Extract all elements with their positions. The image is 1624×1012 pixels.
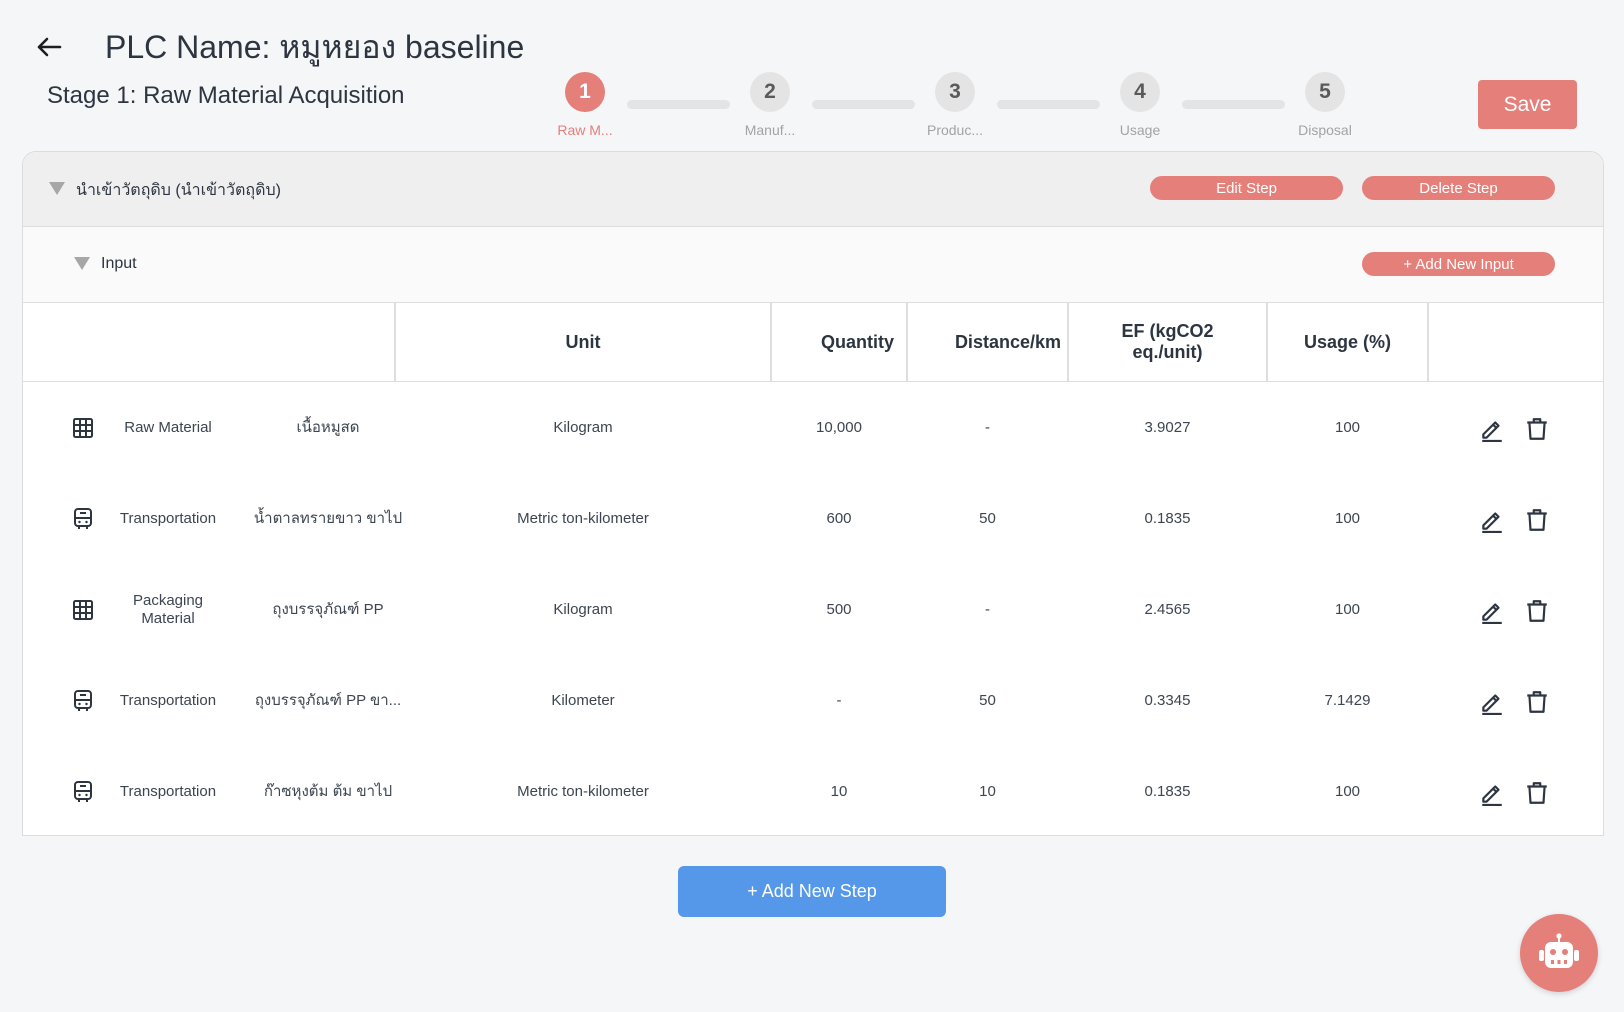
- delete-step-button[interactable]: Delete Step: [1362, 176, 1555, 200]
- table-row: Transportation ก๊าซหุงต้ม ต้ม ขาไป Metri…: [23, 746, 1603, 835]
- row-quantity: 10,000: [816, 418, 862, 436]
- step-number: 3: [935, 72, 975, 112]
- row-type: Packaging Material: [132, 591, 204, 627]
- row-usage: 100: [1334, 600, 1361, 618]
- collapse-triangle-icon[interactable]: [49, 182, 65, 195]
- step-number: 4: [1120, 72, 1160, 112]
- row-unit: Kilogram: [553, 418, 613, 436]
- table-header: Unit Quantity Distance/km EF (kgCO2 eq./…: [23, 303, 1603, 382]
- row-usage: 100: [1334, 418, 1361, 436]
- row-usage: 100: [1334, 509, 1361, 527]
- column-header-distance: Distance/km: [954, 331, 1061, 352]
- row-unit: Metric ton-kilometer: [517, 782, 649, 800]
- bus-icon: [74, 508, 92, 529]
- row-item-name: เนื้อหมูสด: [296, 418, 360, 436]
- row-ef: 3.9027: [1144, 418, 1191, 436]
- row-type: Transportation: [119, 509, 217, 527]
- step-name: นำเข้าวัตถุดิบ (นำเข้าวัตถุดิบ): [76, 182, 281, 199]
- step-number: 5: [1305, 72, 1345, 112]
- edit-icon[interactable]: [1479, 416, 1505, 442]
- stage-stepper: 1 Raw M... 2 Manuf... 3 Produc... 4 Usag…: [530, 72, 1370, 142]
- step-number: 1: [565, 72, 605, 112]
- row-ef: 2.4565: [1144, 600, 1191, 618]
- step-label: Disposal: [1298, 122, 1352, 138]
- row-distance: 50: [979, 509, 996, 527]
- trash-icon[interactable]: [1524, 689, 1550, 715]
- step-card: นำเข้าวัตถุดิบ (นำเข้าวัตถุดิบ) Edit Ste…: [22, 151, 1604, 836]
- robot-icon: [1539, 933, 1579, 968]
- row-item-name: ก๊าซหุงต้ม ต้ม ขาไป: [263, 782, 393, 800]
- collapse-triangle-icon[interactable]: [74, 257, 90, 270]
- row-quantity: 500: [826, 600, 852, 618]
- row-quantity: 10: [830, 782, 848, 800]
- add-new-input-button[interactable]: + Add New Input: [1362, 252, 1555, 276]
- column-divider: [1427, 303, 1429, 381]
- step-label: Usage: [1119, 122, 1161, 138]
- input-section-header: Input + Add New Input: [23, 227, 1603, 303]
- stepper-step-4[interactable]: 4 Usage: [1085, 72, 1195, 138]
- trash-icon[interactable]: [1524, 507, 1550, 533]
- save-button[interactable]: Save: [1478, 80, 1577, 129]
- step-label: Raw M...: [557, 122, 613, 138]
- column-header-quantity: Quantity: [820, 331, 894, 352]
- edit-icon[interactable]: [1479, 689, 1505, 715]
- stepper-step-5[interactable]: 5 Disposal: [1270, 72, 1380, 138]
- row-usage: 100: [1334, 782, 1361, 800]
- stepper-step-1[interactable]: 1 Raw M...: [530, 72, 640, 138]
- trash-icon[interactable]: [1524, 416, 1550, 442]
- row-distance: 10: [979, 782, 996, 800]
- row-distance: -: [985, 600, 990, 618]
- arrow-left-icon: [37, 37, 62, 57]
- row-unit: Kilometer: [551, 691, 615, 709]
- bus-icon: [74, 781, 92, 802]
- stepper-step-3[interactable]: 3 Produc...: [900, 72, 1010, 138]
- row-quantity: -: [836, 691, 842, 709]
- row-distance: 50: [979, 691, 996, 709]
- add-new-step-button[interactable]: + Add New Step: [678, 866, 946, 917]
- row-ef: 0.1835: [1144, 782, 1191, 800]
- table-row: Transportation น้ำตาลทรายขาว ขาไป Metric…: [23, 473, 1603, 565]
- table-row: Transportation ถุงบรรจุภัณฑ์ PP ขา... Ki…: [23, 655, 1603, 747]
- row-unit: Kilogram: [553, 600, 613, 618]
- stage-title: Stage 1: Raw Material Acquisition: [47, 82, 405, 109]
- edit-icon[interactable]: [1479, 598, 1505, 624]
- row-item-name: ถุงบรรจุภัณฑ์ PP ขา...: [254, 691, 402, 709]
- trash-icon[interactable]: [1524, 598, 1550, 624]
- grid-icon: [73, 418, 93, 438]
- row-distance: -: [985, 418, 990, 436]
- trash-icon[interactable]: [1524, 780, 1550, 806]
- row-type: Raw Material: [124, 418, 212, 436]
- back-button[interactable]: [32, 30, 66, 64]
- row-unit: Metric ton-kilometer: [517, 509, 649, 527]
- step-header: นำเข้าวัตถุดิบ (นำเข้าวัตถุดิบ) Edit Ste…: [23, 152, 1603, 227]
- chatbot-button[interactable]: [1520, 914, 1598, 992]
- step-number: 2: [750, 72, 790, 112]
- table-row: Raw Material เนื้อหมูสด Kilogram 10,000 …: [23, 382, 1603, 474]
- edit-step-button[interactable]: Edit Step: [1150, 176, 1343, 200]
- column-header-usage: Usage (%): [1303, 331, 1392, 352]
- row-type: Transportation: [119, 782, 217, 800]
- stepper-step-2[interactable]: 2 Manuf...: [715, 72, 825, 138]
- row-item-name: น้ำตาลทรายขาว ขาไป: [253, 509, 403, 527]
- input-section-label: Input: [101, 255, 137, 272]
- row-type: Transportation: [119, 691, 217, 709]
- column-header-ef: EF (kgCO2 eq./unit): [1069, 303, 1266, 381]
- row-ef: 0.1835: [1144, 509, 1191, 527]
- ef-header-line1: EF (kgCO2: [1121, 321, 1214, 341]
- table-row: Packaging Material ถุงบรรจุภัณฑ์ PP Kilo…: [23, 564, 1603, 656]
- ef-header-line2: eq./unit): [1132, 342, 1203, 362]
- row-usage: 7.1429: [1324, 691, 1371, 709]
- column-header-unit: Unit: [565, 331, 601, 352]
- step-label: Manuf...: [744, 122, 796, 138]
- page-title: PLC Name: หมูหยอง baseline: [105, 29, 525, 65]
- grid-icon: [73, 600, 93, 620]
- row-item-name: ถุงบรรจุภัณฑ์ PP: [272, 600, 384, 618]
- row-quantity: 600: [826, 509, 852, 527]
- bus-icon: [74, 690, 92, 711]
- step-label: Produc...: [926, 122, 984, 138]
- edit-icon[interactable]: [1479, 507, 1505, 533]
- edit-icon[interactable]: [1479, 780, 1505, 806]
- row-ef: 0.3345: [1144, 691, 1191, 709]
